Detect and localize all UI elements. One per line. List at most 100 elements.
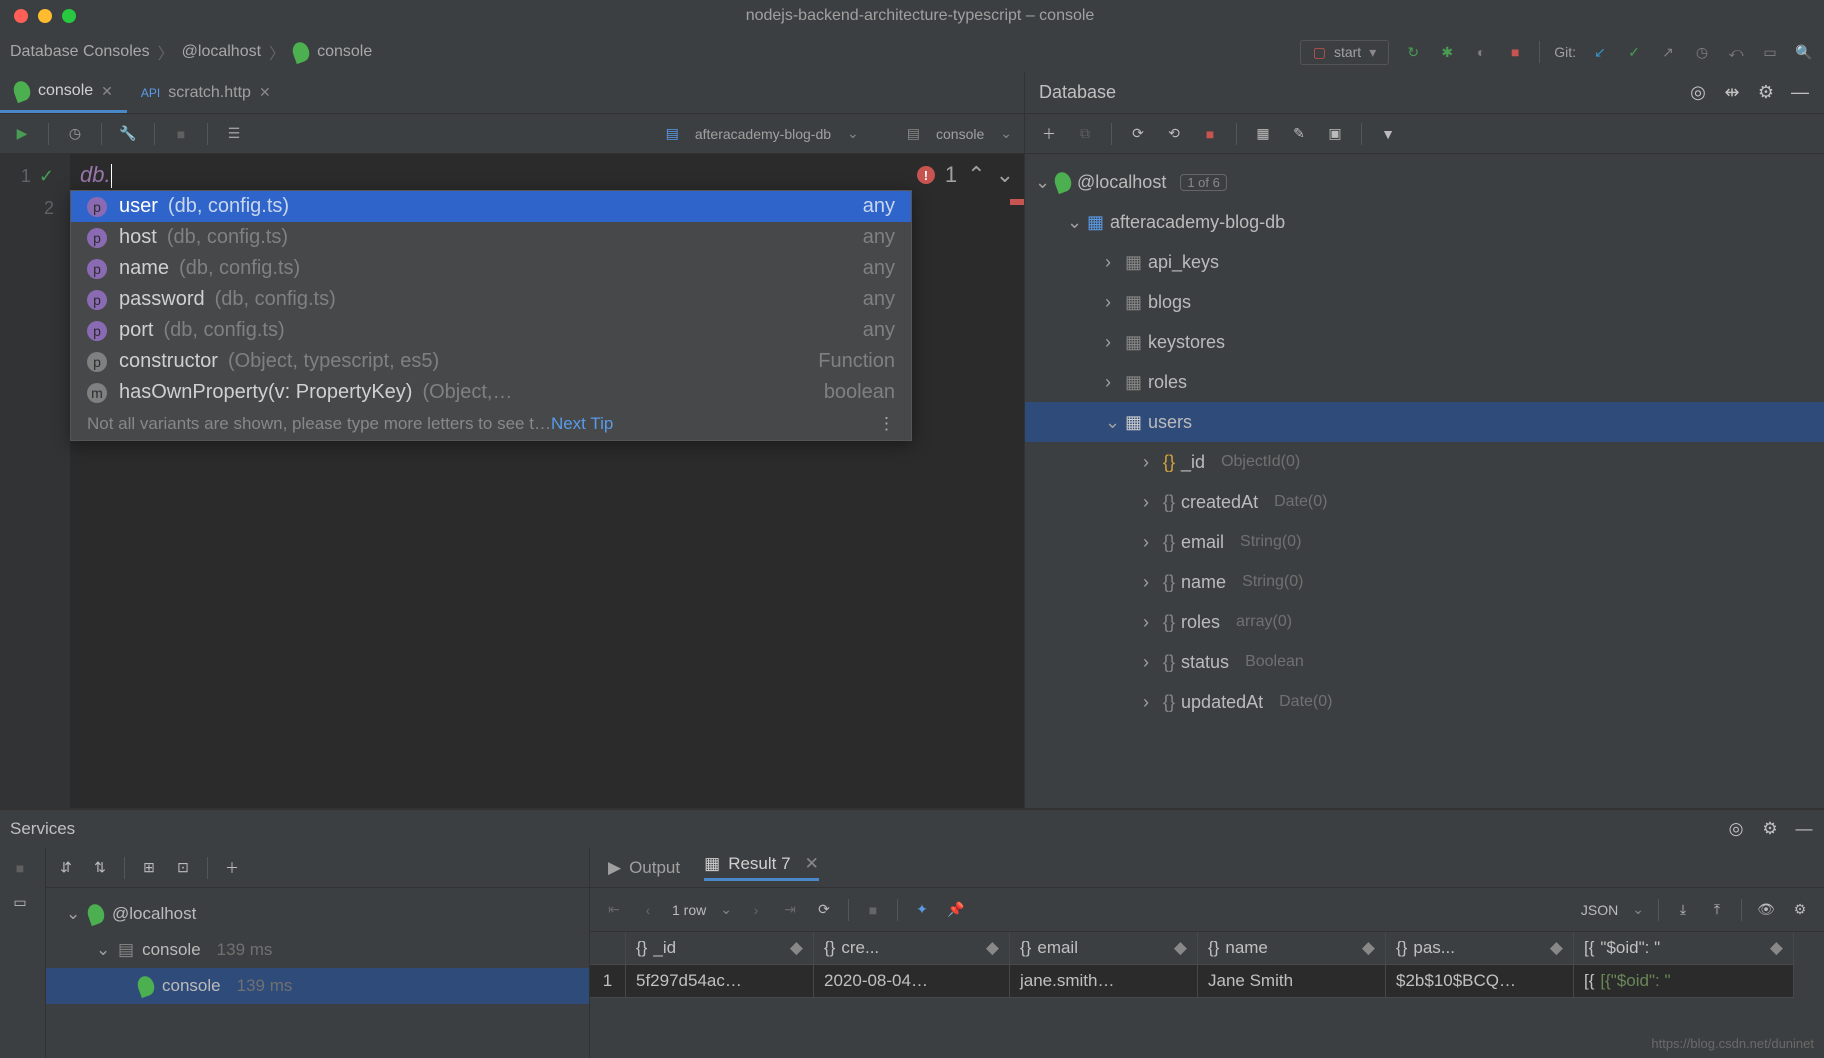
- chevron-down-icon[interactable]: ⌄: [847, 125, 859, 142]
- db-collection-node[interactable]: ›▦blogs: [1025, 282, 1824, 322]
- db-field-node[interactable]: ›{}emailString(0): [1025, 522, 1824, 562]
- gear-icon[interactable]: ⚙: [1756, 83, 1776, 103]
- refresh-icon[interactable]: ⟳: [1128, 124, 1148, 144]
- db-field-node[interactable]: ›{}createdAtDate(0): [1025, 482, 1824, 522]
- search-icon[interactable]: 🔍: [1794, 42, 1814, 62]
- cell[interactable]: 2020-08-04…: [814, 965, 1010, 998]
- stop-icon[interactable]: ■: [1505, 42, 1525, 62]
- database-tree[interactable]: ⌄ @localhost 1 of 6 ⌄ ▦ afteracademy-blo…: [1025, 154, 1824, 808]
- cell[interactable]: 5f297d54ac…: [626, 965, 814, 998]
- table-icon[interactable]: ▦: [1253, 124, 1273, 144]
- expand-icon[interactable]: ⇵: [56, 858, 76, 878]
- cell[interactable]: jane.smith…: [1010, 965, 1198, 998]
- target-icon[interactable]: ◎: [1726, 819, 1746, 839]
- chevron-down-icon[interactable]: ⌄: [1105, 412, 1119, 433]
- tab-console[interactable]: console ✕: [0, 72, 127, 113]
- refresh-icon[interactable]: ⟳: [814, 900, 834, 920]
- chevron-right-icon[interactable]: ›: [1105, 332, 1119, 353]
- sync-icon[interactable]: ⟲: [1164, 124, 1184, 144]
- minimize-icon[interactable]: —: [1790, 83, 1810, 103]
- close-icon[interactable]: ✕: [259, 84, 271, 101]
- tab-scratch[interactable]: API scratch.http ✕: [127, 72, 285, 113]
- column-header[interactable]: {}cre...◆: [814, 932, 1010, 965]
- collapse-icon[interactable]: ⇅: [90, 858, 110, 878]
- prev-error-icon[interactable]: ⌃: [967, 162, 985, 188]
- add-icon[interactable]: ＋: [1039, 124, 1059, 144]
- minimize-icon[interactable]: —: [1794, 819, 1814, 839]
- datasource-selector[interactable]: afteracademy-blog-db: [695, 126, 831, 142]
- layout-icon[interactable]: ▭: [10, 892, 30, 912]
- error-widget[interactable]: ! 1 ⌃ ⌄: [917, 162, 1014, 188]
- pin-icon[interactable]: 📌: [946, 900, 966, 920]
- view-selector[interactable]: JSON: [1581, 902, 1618, 918]
- stop-icon[interactable]: ■: [1200, 124, 1220, 144]
- run-icon[interactable]: ↻: [1403, 42, 1423, 62]
- vcs-update-icon[interactable]: ↙: [1590, 42, 1610, 62]
- more-icon[interactable]: ⋮: [878, 414, 895, 434]
- close-icon[interactable]: ✕: [805, 854, 819, 874]
- tab-result[interactable]: ▦Result 7✕: [704, 854, 819, 881]
- chevron-right-icon[interactable]: ›: [1143, 452, 1157, 473]
- services-host-node[interactable]: ⌄@localhost: [46, 896, 589, 932]
- stop-icon[interactable]: ■: [863, 900, 883, 920]
- group-icon[interactable]: ⊞: [139, 858, 159, 878]
- import-icon[interactable]: ⤒: [1707, 900, 1727, 920]
- result-grid[interactable]: {}_id◆ {}cre...◆ {}email◆ {}name◆ {}pas.…: [590, 932, 1824, 1058]
- next-page-icon[interactable]: ›: [746, 900, 766, 920]
- tab-output[interactable]: ▶Output: [608, 858, 680, 878]
- chevron-right-icon[interactable]: ›: [1105, 292, 1119, 313]
- db-field-node[interactable]: ›{}statusBoolean: [1025, 642, 1824, 682]
- chevron-right-icon[interactable]: ›: [1143, 532, 1157, 553]
- prev-page-icon[interactable]: ‹: [638, 900, 658, 920]
- last-page-icon[interactable]: ⇥: [780, 900, 800, 920]
- completion-item[interactable]: puser(db, config.ts)any: [71, 191, 911, 222]
- play-icon[interactable]: ▶: [12, 124, 32, 144]
- db-database-node[interactable]: ⌄ ▦ afteracademy-blog-db: [1025, 202, 1824, 242]
- column-header[interactable]: {}email◆: [1010, 932, 1198, 965]
- add-row-icon[interactable]: ✦: [912, 900, 932, 920]
- export-icon[interactable]: ⤓: [1673, 900, 1693, 920]
- chevron-right-icon[interactable]: ›: [1143, 652, 1157, 673]
- completion-item[interactable]: pport(db, config.ts)any: [71, 315, 911, 346]
- row-index-header[interactable]: [590, 932, 626, 965]
- coverage-icon[interactable]: ◐: [1471, 42, 1491, 62]
- db-field-node[interactable]: ›{}updatedAtDate(0): [1025, 682, 1824, 722]
- chevron-right-icon[interactable]: ›: [1143, 612, 1157, 633]
- completion-item[interactable]: phost(db, config.ts)any: [71, 222, 911, 253]
- cell[interactable]: $2b$10$BCQ…: [1386, 965, 1574, 998]
- tx-icon[interactable]: ☰: [224, 124, 244, 144]
- gear-icon[interactable]: ⚙: [1790, 900, 1810, 920]
- vcs-commit-icon[interactable]: ✓: [1624, 42, 1644, 62]
- error-marker[interactable]: [1010, 199, 1024, 205]
- code-area[interactable]: db. ! 1 ⌃ ⌄ puser(db, config.ts)any phos…: [70, 154, 1024, 808]
- code-editor[interactable]: 1✓ 2 db. ! 1 ⌃ ⌄ puser(db, config.ts)any…: [0, 154, 1024, 808]
- first-page-icon[interactable]: ⇤: [604, 900, 624, 920]
- db-collection-node[interactable]: ›▦api_keys: [1025, 242, 1824, 282]
- completion-item[interactable]: mhasOwnProperty(v: PropertyKey)(Object,……: [71, 377, 911, 408]
- chevron-down-icon[interactable]: ⌄: [1067, 212, 1081, 233]
- rollback-icon[interactable]: ⤺: [1726, 42, 1746, 62]
- db-collection-node[interactable]: ›▦keystores: [1025, 322, 1824, 362]
- column-header[interactable]: {}_id◆: [626, 932, 814, 965]
- session-selector[interactable]: console: [936, 126, 984, 142]
- target-icon[interactable]: ◎: [1688, 83, 1708, 103]
- next-error-icon[interactable]: ⌄: [996, 162, 1014, 188]
- services-run-node[interactable]: console139 ms: [46, 968, 589, 1004]
- stop-icon[interactable]: ■: [171, 124, 191, 144]
- chevron-right-icon[interactable]: ›: [1143, 572, 1157, 593]
- gear-icon[interactable]: ⚙: [1760, 819, 1780, 839]
- vcs-push-icon[interactable]: ↗: [1658, 42, 1678, 62]
- db-field-node[interactable]: ›{}nameString(0): [1025, 562, 1824, 602]
- completion-item[interactable]: ppassword(db, config.ts)any: [71, 284, 911, 315]
- chevron-right-icon[interactable]: ›: [1143, 492, 1157, 513]
- completion-item[interactable]: pconstructor(Object, typescript, es5)Fun…: [71, 346, 911, 377]
- chevron-right-icon[interactable]: ›: [1105, 372, 1119, 393]
- eye-icon[interactable]: 👁: [1756, 900, 1776, 920]
- split-icon[interactable]: ⇹: [1722, 83, 1742, 103]
- ide-icon[interactable]: ▭: [1760, 42, 1780, 62]
- filter-icon[interactable]: ▼: [1378, 124, 1398, 144]
- explain-icon[interactable]: ◷: [65, 124, 85, 144]
- stop-icon[interactable]: ■: [10, 858, 30, 878]
- column-header[interactable]: [{"$oid": "◆: [1574, 932, 1794, 965]
- db-field-node[interactable]: ›{}_idObjectId(0): [1025, 442, 1824, 482]
